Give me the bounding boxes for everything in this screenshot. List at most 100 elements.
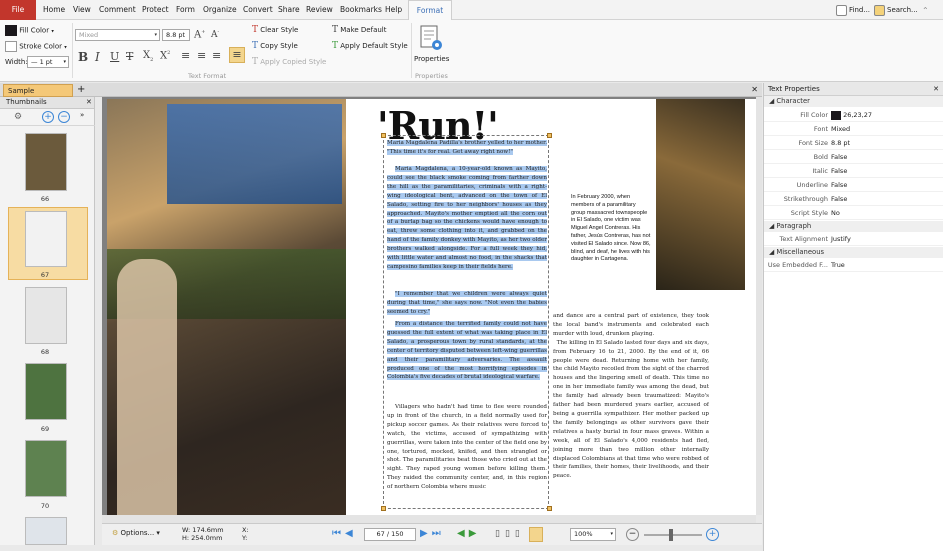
thumbnail-options-icon[interactable]: ⚙ (14, 112, 22, 122)
menu-bookmarks[interactable]: Bookmarks (340, 0, 382, 20)
column1-para5[interactable]: Villagers who hadn't had time to flee we… (387, 403, 547, 506)
align-right-icon[interactable]: ≡ (212, 49, 221, 62)
photo-balconies (167, 104, 342, 204)
document-view[interactable]: 'Run!' Maria Magdalena Padilla's brother… (102, 97, 757, 515)
stroke-color-button[interactable]: Stroke Color ▾ (5, 41, 67, 52)
properties-title: Text Properties ✕ (764, 83, 943, 96)
resize-handle[interactable] (547, 506, 552, 511)
prop-script-style[interactable]: Script Style No (764, 206, 943, 220)
zoom-select[interactable]: 100% ▾ (570, 528, 616, 541)
properties-icon[interactable] (416, 24, 446, 54)
ribbon-collapse-icon[interactable]: ⌃ (922, 3, 929, 18)
prop-text-alignment[interactable]: Text Alignment Justify (764, 232, 943, 246)
ribbon: Fill Color ▾ Stroke Color ▾ Width: — 1 p… (0, 20, 943, 82)
zoom-out-thumbnail-icon[interactable]: − (58, 111, 70, 123)
prop-use-embedded-font[interactable]: Use Embedded F... True (764, 258, 943, 272)
close-document-icon[interactable]: ✕ (751, 83, 758, 96)
vertical-scrollbar[interactable] (756, 97, 762, 515)
document-tab[interactable]: Sample Document * ✕ (3, 84, 73, 107)
clear-style-button[interactable]: T Clear Style (252, 25, 298, 35)
page-layout-icons[interactable]: ▯▯▯ (495, 529, 525, 539)
menu-protect[interactable]: Protect (142, 0, 169, 20)
more-options-icon[interactable]: » (80, 111, 84, 119)
apply-copied-style-button[interactable]: T Apply Copied Style (252, 57, 326, 67)
next-last-page-icons[interactable]: ▶⏭ (420, 528, 445, 539)
thumbnails-close-icon[interactable]: ✕ (86, 97, 92, 108)
menu-review[interactable]: Review (306, 0, 333, 20)
prop-underline[interactable]: Underline False (764, 178, 943, 192)
bold-icon[interactable]: B (78, 50, 88, 64)
zoom-slider-track[interactable] (644, 534, 702, 536)
grow-font-icon[interactable]: A+ (194, 29, 205, 40)
facing-pages-icon[interactable] (529, 527, 543, 542)
shrink-font-icon[interactable]: A- (211, 29, 219, 40)
justify-icon[interactable]: ≡ (229, 47, 245, 63)
column1-para4[interactable]: From a distance the terrified family cou… (387, 320, 547, 400)
section-character[interactable]: ◢ Character (764, 96, 943, 107)
resize-handle[interactable] (547, 133, 552, 138)
file-menu[interactable]: File (0, 0, 36, 20)
align-left-icon[interactable]: ≡ (181, 49, 190, 62)
width-label: Width: (5, 58, 28, 66)
font-name-input[interactable]: Mixed ▾ (75, 29, 160, 41)
section-miscellaneous[interactable]: ◢ Miscellaneous (764, 247, 943, 258)
thumbnail-page-69[interactable] (25, 363, 67, 420)
zoom-out-icon[interactable]: − (626, 528, 639, 541)
options-icon: ⚙ (112, 529, 119, 537)
thumbnail-page-66[interactable] (25, 133, 67, 191)
align-center-icon[interactable]: ≡ (197, 49, 206, 62)
page-number-input[interactable]: 67 / 150 (364, 528, 416, 541)
prop-bold[interactable]: Bold False (764, 150, 943, 164)
apply-default-style-button[interactable]: T Apply Default Style (332, 41, 408, 51)
resize-handle[interactable] (381, 133, 386, 138)
column1-para3[interactable]: "I remember that we children were always… (387, 290, 547, 318)
prop-font[interactable]: Font Mixed (764, 122, 943, 136)
prop-italic[interactable]: Italic False (764, 164, 943, 178)
italic-icon[interactable]: I (95, 50, 100, 64)
menu-organize[interactable]: Organize (203, 0, 237, 20)
find-icon (836, 4, 847, 16)
prop-strikethrough[interactable]: Strikethrough False (764, 192, 943, 206)
new-tab-icon[interactable]: + (77, 83, 85, 96)
close-panel-icon[interactable]: ✕ (933, 83, 939, 95)
copy-style-button[interactable]: T Copy Style (252, 41, 298, 51)
photo-caption: In February 2000, when members of a para… (571, 194, 651, 263)
search-button[interactable]: Search... (874, 3, 918, 18)
menu-home[interactable]: Home (43, 0, 65, 20)
portrait-photo (656, 99, 745, 290)
menu-share[interactable]: Share (278, 0, 300, 20)
find-button[interactable]: Find... (836, 3, 870, 18)
options-button[interactable]: ⚙ Options... ▾ (112, 529, 160, 537)
prop-font-size[interactable]: Font Size 8.8 pt (764, 136, 943, 150)
subscript-icon[interactable]: X2 (143, 50, 153, 63)
properties-button[interactable]: Properties (414, 55, 449, 63)
horizontal-scrollbar[interactable] (102, 515, 756, 523)
menu-format[interactable]: Format (408, 0, 452, 21)
apply-copied-style-icon: T (252, 57, 259, 67)
zoom-in-icon[interactable]: + (706, 528, 719, 541)
font-size-select[interactable]: 8.8 pt (162, 29, 190, 41)
menu-comment[interactable]: Comment (99, 0, 136, 20)
column1-para2[interactable]: Maria Magdalena, a 10-year-old known as … (387, 165, 547, 286)
fill-color-button[interactable]: Fill Color ▾ (5, 25, 54, 36)
zoom-in-thumbnail-icon[interactable]: + (42, 111, 54, 123)
first-prev-page-icons[interactable]: ⏮◀ (332, 528, 357, 539)
menu-convert[interactable]: Convert (243, 0, 273, 20)
superscript-icon[interactable]: X2 (160, 50, 170, 61)
width-select[interactable]: — 1 pt ▾ (27, 56, 69, 68)
make-default-button[interactable]: T Make Default (332, 25, 387, 35)
menu-view[interactable]: View (73, 0, 91, 20)
strikethrough-icon[interactable]: T (126, 50, 133, 63)
thumbnail-page-67[interactable] (25, 211, 67, 267)
prop-fill-color[interactable]: Fill Color 26,23,27 (764, 108, 943, 122)
thumbnail-page-70[interactable] (25, 440, 67, 497)
menu-form[interactable]: Form (176, 0, 195, 20)
history-back-forward-icons[interactable]: ◀▶ (457, 528, 480, 539)
thumbnail-page-71[interactable] (25, 517, 67, 545)
menu-help[interactable]: Help (385, 0, 402, 20)
thumbnail-page-68[interactable] (25, 287, 67, 344)
zoom-slider-thumb[interactable] (669, 529, 673, 541)
underline-icon[interactable]: U (110, 50, 119, 63)
section-paragraph[interactable]: ◢ Paragraph (764, 221, 943, 232)
resize-handle[interactable] (381, 506, 386, 511)
